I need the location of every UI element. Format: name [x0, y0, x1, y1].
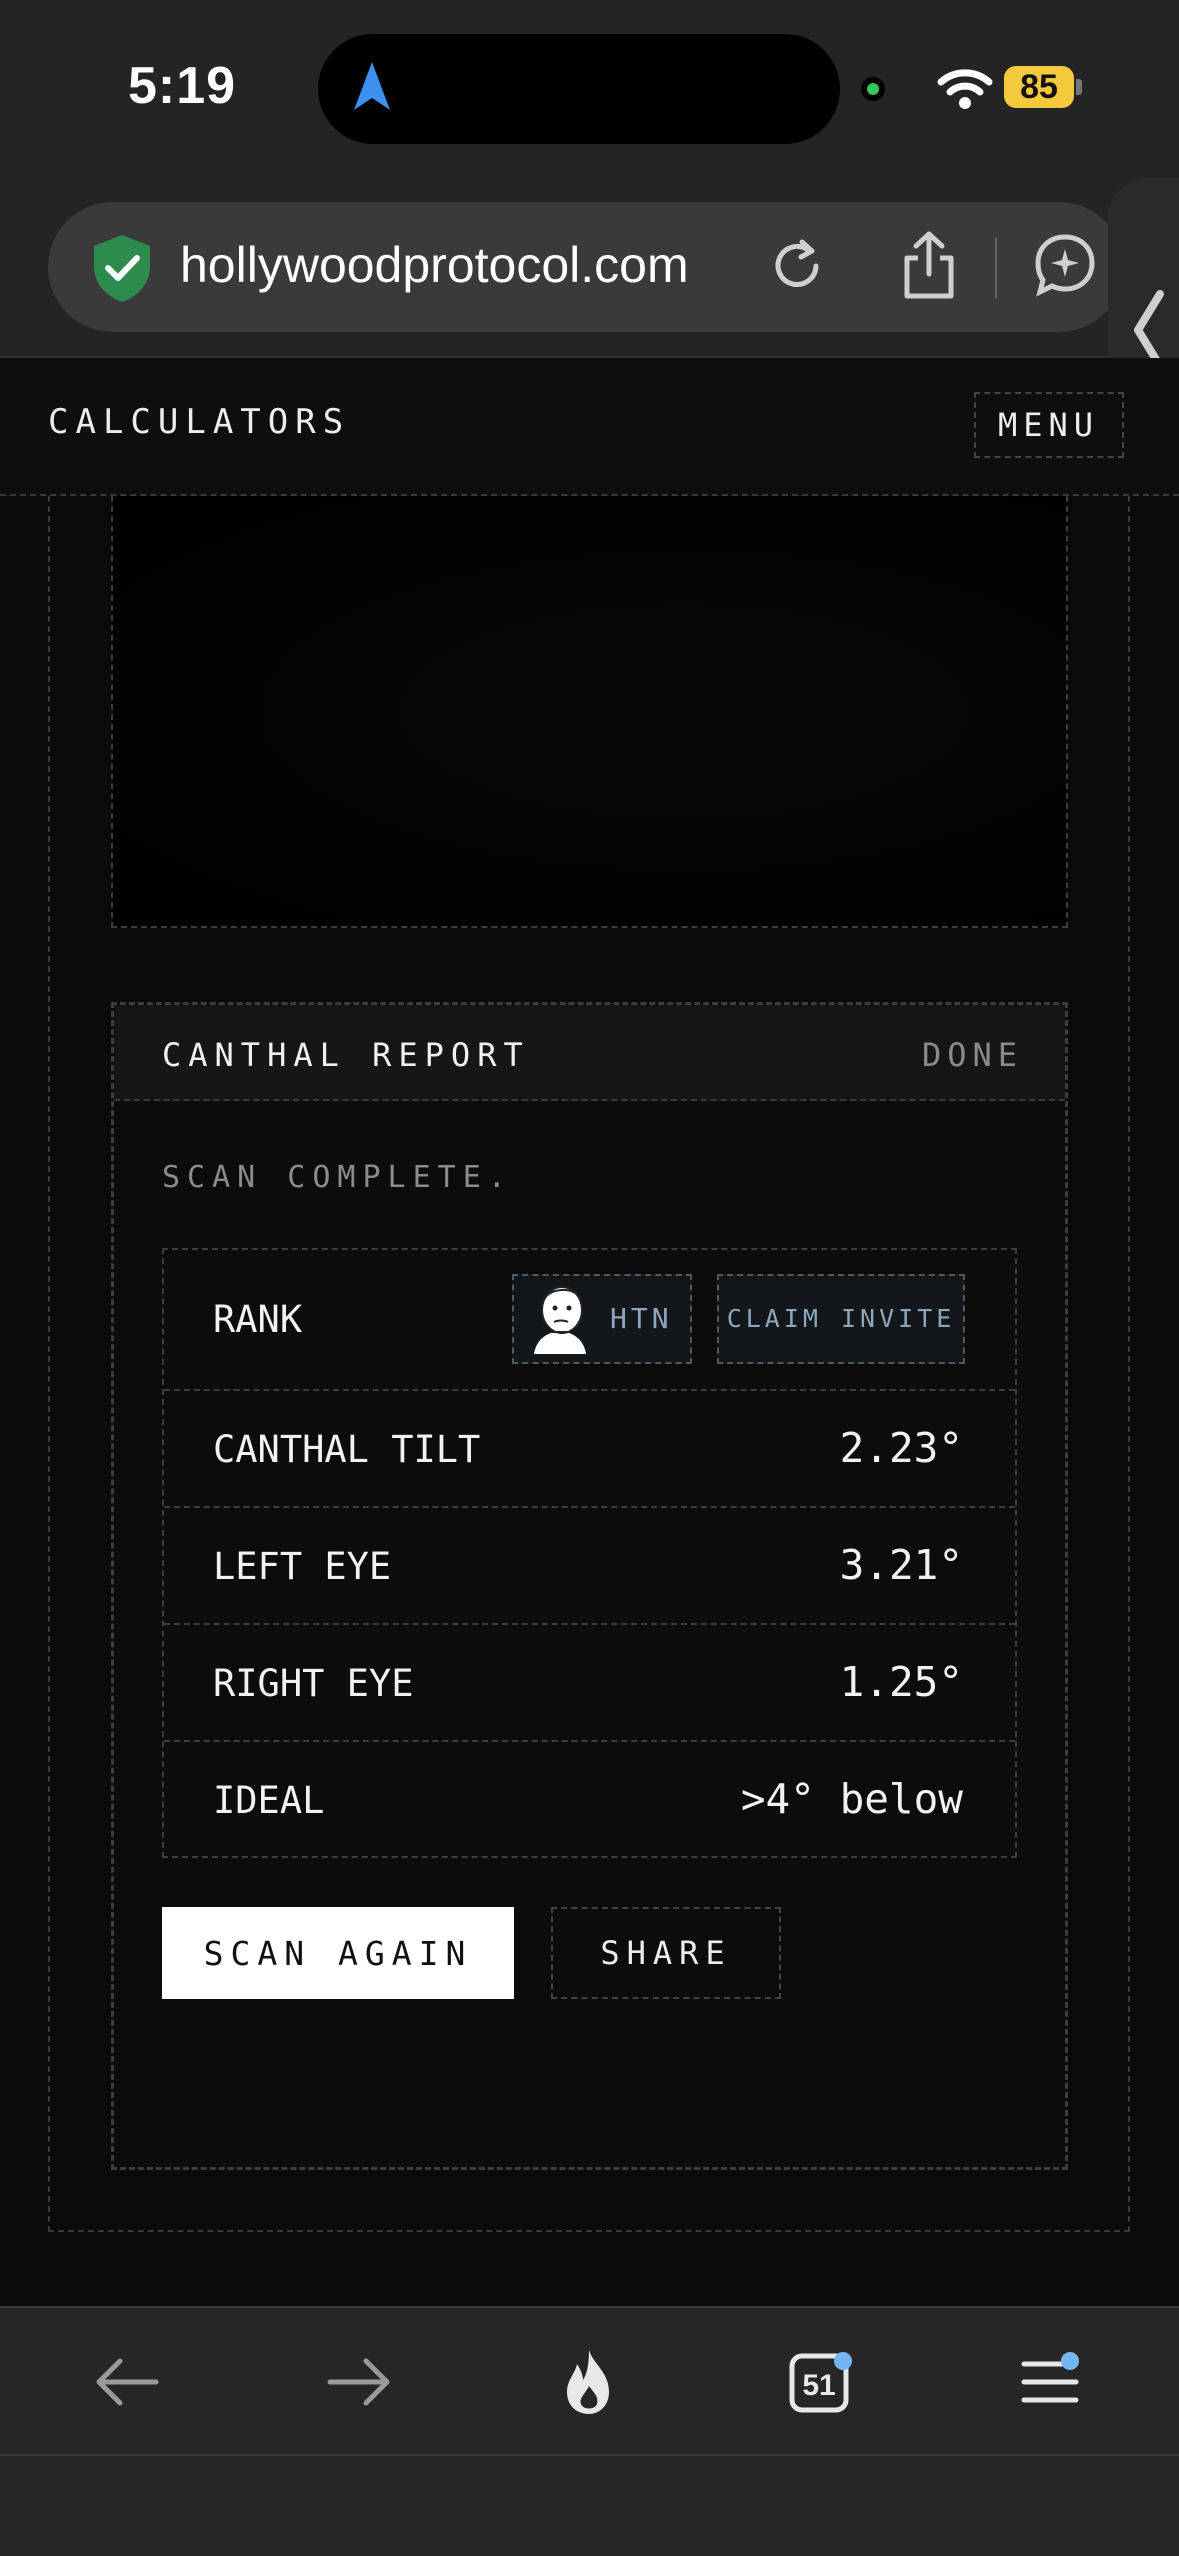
forward-arrow-icon[interactable] [322, 2346, 394, 2418]
claim-invite-button[interactable]: CLAIM INVITE [717, 1274, 965, 1364]
back-arrow-icon[interactable] [92, 2346, 164, 2418]
tab-count: 51 [802, 2369, 835, 2402]
home-indicator-area [0, 2456, 1179, 2556]
status-time: 5:19 [128, 57, 237, 115]
wifi-icon [937, 69, 993, 109]
location-arrow-icon [354, 62, 390, 110]
flame-icon[interactable] [553, 2346, 625, 2418]
share-icon[interactable] [900, 230, 958, 300]
report-title: CANTHAL REPORT [162, 1036, 530, 1074]
site-title[interactable]: CALCULATORS [48, 402, 350, 442]
meme-face-icon [534, 1286, 586, 1354]
menu-button[interactable]: MENU [974, 392, 1124, 458]
row-divider [164, 1389, 1015, 1391]
rank-badge-text: HTN [610, 1302, 673, 1335]
scan-status: SCAN COMPLETE. [162, 1160, 513, 1195]
metric-value-right-eye: 1.25° [839, 1658, 963, 1706]
metric-label-ideal: IDEAL [213, 1779, 325, 1822]
metric-value-left-eye: 3.21° [839, 1541, 963, 1589]
metric-label-canthal-tilt: CANTHAL TILT [213, 1428, 481, 1471]
toolbar-divider [995, 238, 997, 298]
row-divider [164, 1740, 1015, 1742]
metric-label-left-eye: LEFT EYE [213, 1545, 392, 1588]
reload-icon[interactable] [768, 237, 826, 295]
dynamic-island [318, 34, 840, 144]
scan-again-button[interactable]: SCAN AGAIN [162, 1907, 514, 1999]
assistant-sparkle-icon[interactable] [1033, 232, 1097, 298]
share-button[interactable]: SHARE [551, 1907, 781, 1999]
metric-value-canthal-tilt: 2.23° [839, 1424, 963, 1472]
battery-tip [1076, 79, 1082, 95]
camera-preview [111, 496, 1068, 928]
menu-notification-dot [1061, 2352, 1079, 2370]
metric-value-ideal: >4° below [740, 1775, 963, 1823]
rank-label: RANK [213, 1298, 303, 1341]
tabs-notification-dot [834, 2352, 852, 2370]
url-text[interactable]: hollywoodprotocol.com [180, 236, 689, 294]
row-divider [164, 1623, 1015, 1625]
shield-check-icon [94, 235, 150, 302]
metric-label-right-eye: RIGHT EYE [213, 1662, 414, 1705]
battery-icon: 85 [1004, 66, 1074, 108]
done-button[interactable]: DONE [922, 1036, 1023, 1074]
row-divider [164, 1506, 1015, 1508]
camera-indicator-icon [861, 77, 885, 101]
